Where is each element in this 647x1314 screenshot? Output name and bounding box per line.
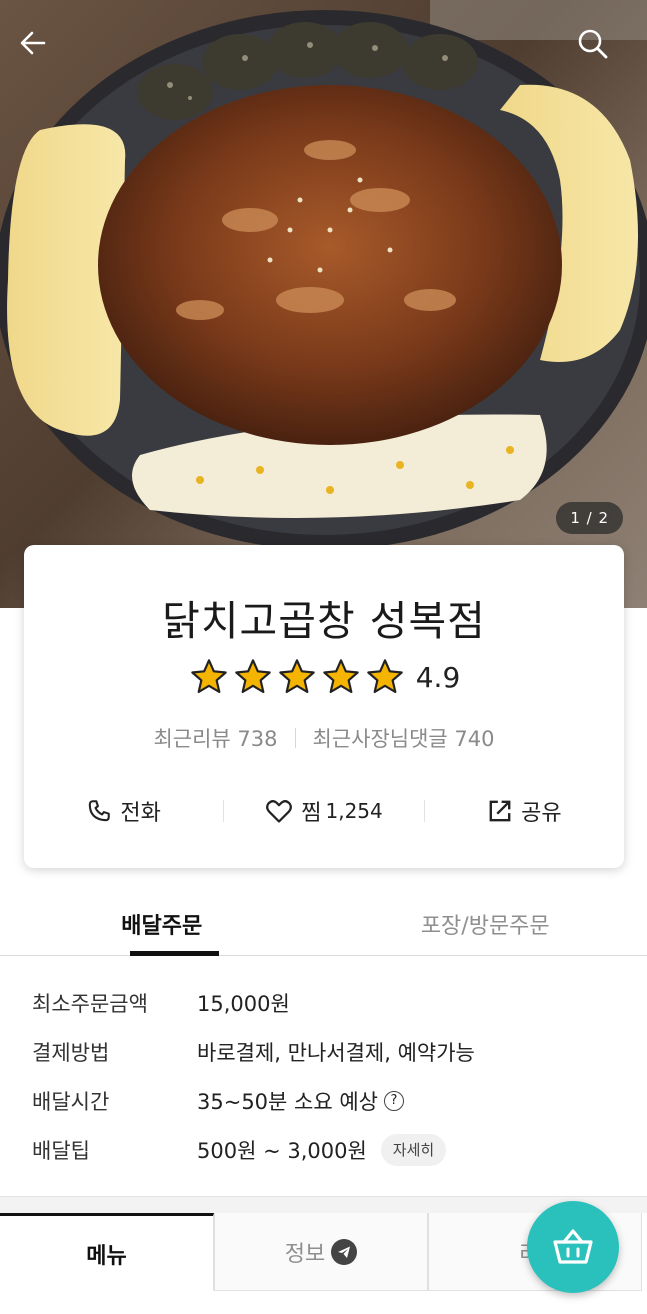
send-icon [331, 1238, 358, 1265]
back-button[interactable] [18, 28, 70, 80]
tab-pickup-order[interactable]: 포장/방문주문 [324, 890, 647, 955]
share-button[interactable]: 공유 [425, 795, 624, 827]
star-icon [278, 659, 315, 694]
rating-row: 4.9 [24, 657, 624, 697]
review-stats: 최근리뷰 738 최근사장님댓글 740 [24, 723, 624, 753]
star-icon [190, 659, 227, 694]
star-icon [366, 659, 403, 694]
cart-button[interactable] [527, 1201, 619, 1293]
search-button[interactable] [577, 28, 629, 80]
payment-row: 결제방법 바로결제, 만나서결제, 예약가능 [32, 1027, 622, 1076]
info-label: 배달팁 [32, 1138, 90, 1163]
info-value: 바로결제, 만나서결제, 예약가능 [197, 1040, 475, 1065]
store-info-card: 닭치고곱창 성복점 4.9 최근리뷰 738 최근사장님댓글 740 전화 찜 … [24, 545, 624, 868]
star-icon [234, 659, 271, 694]
arrow-left-icon [20, 31, 46, 55]
info-value: 15,000원 [197, 991, 290, 1016]
info-label: 배달시간 [32, 1089, 110, 1114]
delivery-tip-row: 배달팁 500원 ~ 3,000원 자세히 [32, 1125, 622, 1174]
tip-detail-button[interactable]: 자세히 [380, 1133, 447, 1166]
phone-icon [89, 800, 111, 822]
divider [294, 728, 296, 748]
owner-replies-link[interactable]: 최근사장님댓글 740 [313, 723, 495, 753]
order-type-tabs: 배달주문 포장/방문주문 [0, 890, 647, 956]
tab-delivery-order[interactable]: 배달주문 [0, 890, 324, 956]
basket-icon [553, 1229, 593, 1264]
photo-counter: 1 / 2 [556, 502, 623, 534]
delivery-info-list: 최소주문금액 15,000원 결제방법 바로결제, 만나서결제, 예약가능 배달… [32, 978, 622, 1174]
recent-reviews-link[interactable]: 최근리뷰 738 [153, 723, 277, 753]
info-label: 최소주문금액 [32, 991, 148, 1016]
info-value-wrap: 35~50분 소요 예상 ? [197, 1086, 404, 1116]
share-label: 공유 [521, 801, 562, 826]
like-count: 1,254 [325, 799, 383, 823]
call-label: 전화 [120, 801, 161, 826]
search-icon [578, 29, 608, 59]
delivery-time-row: 배달시간 35~50분 소요 예상 ? [32, 1076, 622, 1125]
tab-label: 정보 [284, 1241, 326, 1267]
tab-label: 메뉴 [86, 1243, 127, 1269]
info-label: 결제방법 [32, 1040, 110, 1065]
help-icon[interactable]: ? [384, 1090, 404, 1111]
store-name: 닭치고곱창 성복점 [162, 597, 486, 645]
min-order-row: 최소주문금액 15,000원 [32, 978, 622, 1027]
store-hero-photo[interactable]: 1 / 2 [0, 0, 647, 608]
tab-menu[interactable]: 메뉴 [0, 1213, 214, 1291]
heart-icon [266, 800, 293, 823]
food-photo [0, 0, 647, 550]
rating-value: 4.9 [415, 660, 461, 694]
tab-info[interactable]: 정보 [214, 1213, 428, 1291]
star-icon [322, 659, 359, 694]
info-value: 35~50분 소요 예상 [197, 1089, 378, 1114]
info-value-wrap: 500원 ~ 3,000원 자세히 [197, 1133, 447, 1166]
action-row: 전화 찜 1,254 공유 [24, 783, 624, 839]
call-button[interactable]: 전화 [24, 795, 223, 827]
info-value: 500원 ~ 3,000원 [197, 1138, 367, 1163]
like-label: 찜 [301, 801, 322, 826]
share-icon [489, 800, 511, 822]
like-button[interactable]: 찜 1,254 [224, 795, 423, 827]
